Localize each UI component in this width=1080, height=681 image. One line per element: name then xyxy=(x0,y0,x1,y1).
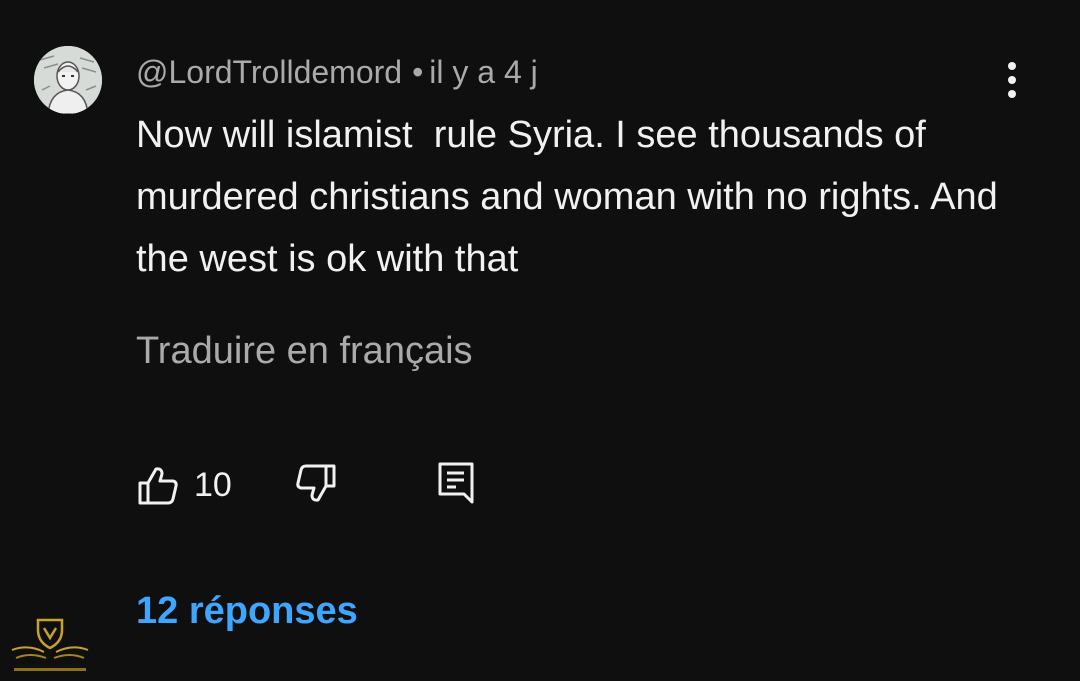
more-vertical-icon xyxy=(1008,62,1016,98)
avatar[interactable] xyxy=(34,46,102,114)
comment-text: Now will islamist rule Syria. I see thou… xyxy=(136,114,1009,280)
reply-button[interactable] xyxy=(436,460,476,510)
separator-dot: • xyxy=(412,54,424,90)
translate-link[interactable]: Traduire en français xyxy=(136,328,473,374)
author-name[interactable]: @LordTrolldemord xyxy=(136,54,402,90)
watermark-logo xyxy=(11,618,89,671)
comment-action-bar: 10 xyxy=(136,460,536,510)
like-count: 10 xyxy=(194,466,232,504)
dislike-button[interactable] xyxy=(294,460,338,510)
comment-header: @LordTrolldemord • il y a 4 j xyxy=(136,52,538,92)
comment-timestamp: il y a 4 j xyxy=(429,54,538,90)
thumbs-up-icon xyxy=(138,467,178,505)
thumbs-down-icon xyxy=(296,464,336,502)
more-options-button[interactable] xyxy=(992,58,1032,102)
view-replies-link[interactable]: 12 réponses xyxy=(136,588,358,634)
like-button[interactable]: 10 xyxy=(136,460,232,510)
comment-reply-icon xyxy=(438,462,474,504)
